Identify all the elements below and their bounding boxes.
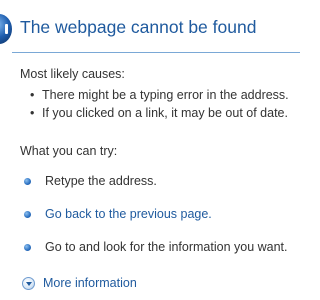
header-divider	[12, 52, 300, 53]
page-title: The webpage cannot be found	[20, 17, 257, 37]
go-back-link[interactable]: Go back to the previous page.	[45, 207, 212, 221]
info-icon	[0, 14, 12, 44]
actions-heading: What you can try:	[20, 144, 118, 158]
causes-heading: Most likely causes:	[20, 67, 125, 81]
bullet-icon	[24, 210, 31, 218]
expand-chevron-icon[interactable]	[22, 276, 35, 290]
bullet-icon	[24, 177, 31, 185]
action-go-back[interactable]: Go back to the previous page.	[24, 205, 212, 223]
more-information-toggle[interactable]: More information	[22, 274, 137, 292]
cause-outdated-link: If you clicked on a link, it may be out …	[30, 104, 289, 122]
retype-text: Retype the address.	[45, 174, 157, 188]
action-retype: Retype the address.	[24, 172, 157, 190]
more-information-link[interactable]: More information	[43, 276, 137, 290]
causes-list: There might be a typing error in the add…	[30, 86, 289, 122]
error-page: The webpage cannot be found Most likely …	[0, 0, 300, 300]
look-for-text: Go to and look for the information you w…	[45, 240, 288, 254]
bullet-icon	[24, 243, 31, 251]
cause-typing-error: There might be a typing error in the add…	[30, 86, 289, 104]
action-look-for: Go to and look for the information you w…	[24, 238, 288, 256]
